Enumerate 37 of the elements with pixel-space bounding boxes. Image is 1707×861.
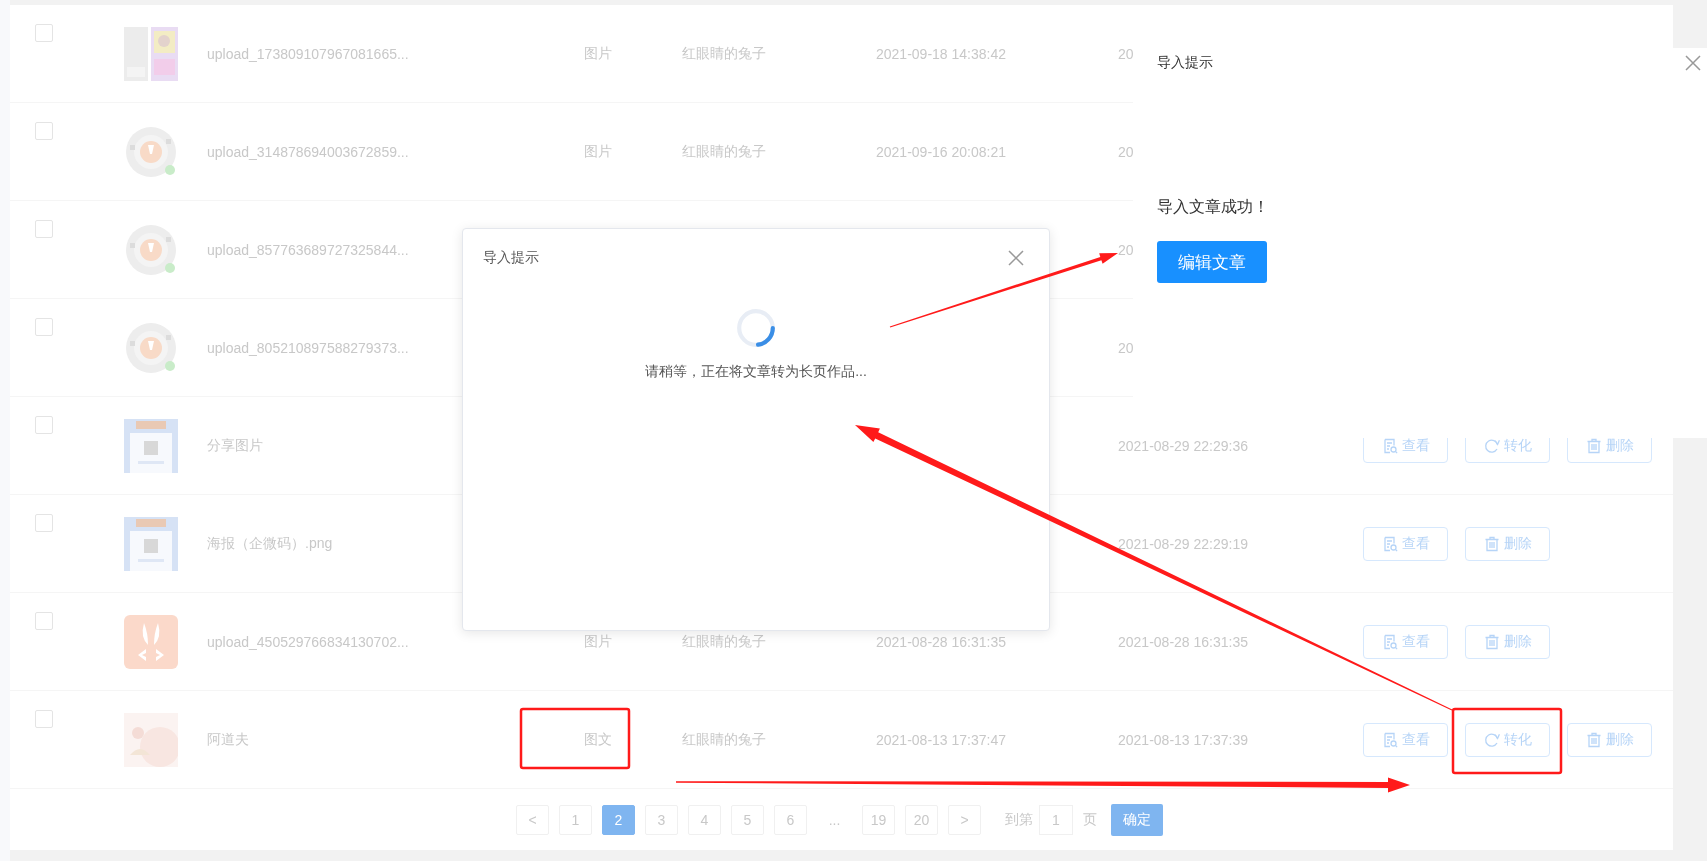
refresh-icon (1483, 731, 1500, 748)
loading-spinner-icon (735, 307, 777, 349)
row-checkbox[interactable] (35, 710, 53, 728)
document-search-icon (1381, 437, 1398, 454)
delete-button[interactable]: 删除 (1567, 722, 1652, 757)
row-checkbox[interactable] (35, 416, 53, 434)
row-checkbox[interactable] (35, 220, 53, 238)
row-checkbox[interactable] (35, 122, 53, 140)
page-button[interactable]: 2 (602, 805, 635, 835)
view-button[interactable]: 查看 (1363, 722, 1448, 757)
trash-icon (1585, 437, 1602, 454)
document-search-icon (1381, 535, 1398, 552)
dialog-title: 导入提示 (483, 249, 539, 267)
delete-button[interactable]: 删除 (1465, 624, 1550, 659)
refresh-icon (1483, 437, 1500, 454)
row-checkbox[interactable] (35, 514, 53, 532)
close-icon[interactable] (1685, 55, 1701, 71)
view-button[interactable]: 查看 (1363, 526, 1448, 561)
trash-icon (1483, 633, 1500, 650)
view-button[interactable]: 查看 (1363, 624, 1448, 659)
edit-article-button[interactable]: 编辑文章 (1157, 241, 1267, 283)
success-message: 导入文章成功！ (1157, 197, 1269, 217)
confirm-button[interactable]: 确定 (1111, 804, 1163, 836)
document-search-icon (1381, 731, 1398, 748)
dialog-title: 导入提示 (1157, 54, 1213, 72)
row-checkbox[interactable] (35, 24, 53, 42)
delete-button[interactable]: 删除 (1465, 526, 1550, 561)
row-checkbox[interactable] (35, 612, 53, 630)
loading-message: 请稍等，正在将文章转为长页作品... (645, 363, 867, 381)
trash-icon (1585, 731, 1602, 748)
convert-button[interactable]: 转化 (1465, 722, 1550, 757)
next-page-button[interactable]: > (948, 805, 981, 835)
row-checkbox[interactable] (35, 318, 53, 336)
document-search-icon (1381, 633, 1398, 650)
trash-icon (1483, 535, 1500, 552)
previous-page-button[interactable]: < (516, 805, 549, 835)
close-icon[interactable] (1008, 250, 1024, 266)
